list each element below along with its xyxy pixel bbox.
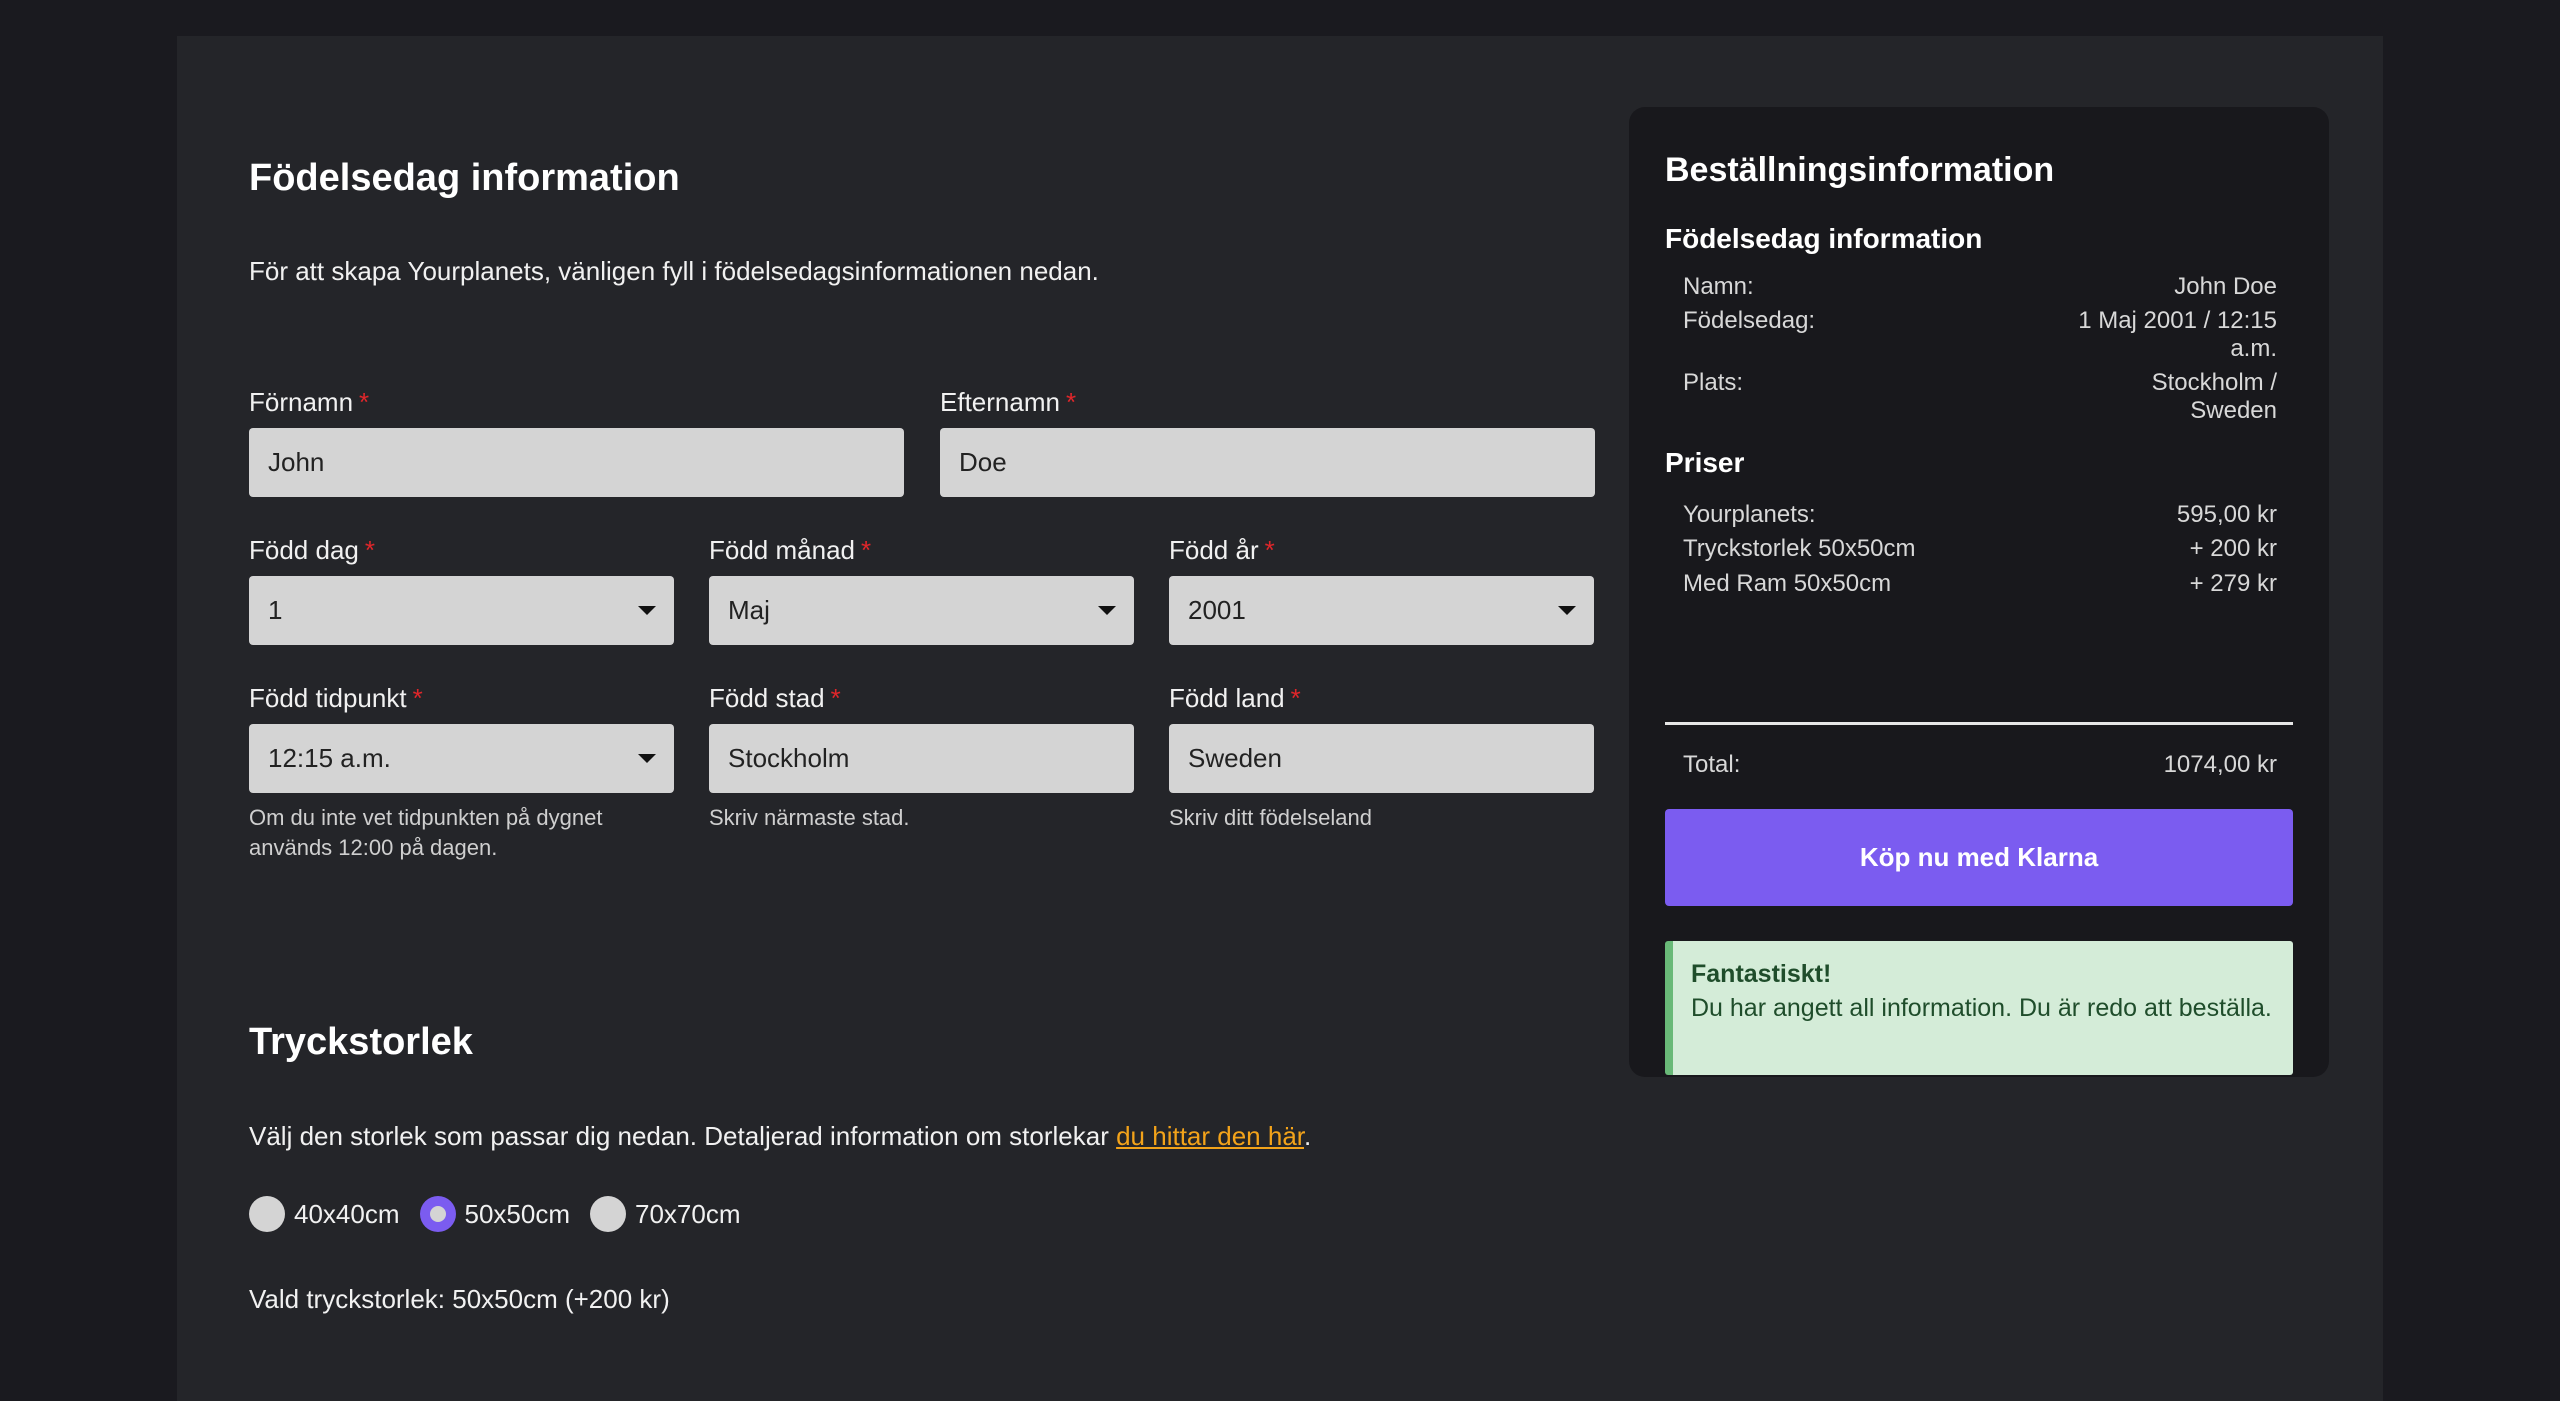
radio-button[interactable] — [249, 1196, 285, 1232]
birth-year-label: Född år * — [1169, 535, 1275, 565]
birth-day-select[interactable]: 1 — [249, 576, 674, 645]
birth-year-value: 2001 — [1188, 595, 1246, 625]
required-mark: * — [860, 535, 872, 565]
price-row: Med Ram 50x50cm + 279 kr — [1683, 570, 2277, 598]
summary-birthday-row: Födelsedag: 1 Maj 2001 / 12:15 a.m. — [1683, 307, 2277, 363]
size-option-label: 50x50cm — [464, 1198, 571, 1229]
summary-place-value: Stockholm / Sweden — [2151, 369, 2277, 424]
success-alert: Fantastiskt! Du har angett all informati… — [1665, 941, 2293, 1075]
birth-city-field: Född stad * Stockholm Skriv närmaste stad… — [709, 682, 1134, 833]
birth-month-field: Född månad * Maj — [709, 534, 1134, 645]
required-mark: * — [830, 683, 841, 713]
birth-country-field: Född land * Sweden Skriv ditt födelseland — [1169, 682, 1594, 833]
summary-prices-heading: Priser — [1665, 447, 1745, 478]
price-value: + 200 kr — [2189, 535, 2277, 562]
summary-name-value: John Doe — [2174, 273, 2277, 300]
birth-day-value: 1 — [268, 595, 283, 625]
required-mark: * — [1290, 683, 1301, 713]
order-summary-card: Beställningsinformation Födelsedag infor… — [1629, 107, 2329, 1077]
price-row: Yourplanets: 595,00 kr — [1683, 501, 2277, 529]
page: Födelsedag information För att skapa You… — [177, 36, 2383, 1401]
birth-month-value: Maj — [728, 595, 770, 625]
required-mark: * — [1264, 535, 1275, 565]
price-value: + 279 kr — [2189, 570, 2277, 597]
order-summary-title: Beställningsinformation — [1665, 151, 2055, 189]
birth-city-label: Född stad * — [709, 683, 841, 713]
buy-with-klarna-button[interactable]: Köp nu med Klarna — [1665, 809, 2293, 906]
price-label: Tryckstorlek 50x50cm — [1683, 535, 1916, 562]
last-name-field: Efternamn * Doe — [940, 386, 1595, 497]
summary-birth-heading: Födelsedag information — [1665, 223, 1983, 254]
first-name-input[interactable]: John — [249, 428, 904, 497]
summary-name-row: Namn: John Doe — [1683, 273, 2277, 301]
print-size-intro: Välj den storlek som passar dig nedan. D… — [249, 1121, 1312, 1151]
last-name-input[interactable]: Doe — [940, 428, 1595, 497]
birth-city-input[interactable]: Stockholm — [709, 724, 1134, 793]
size-info-link[interactable]: du hittar den här — [1116, 1121, 1304, 1151]
size-option-label: 40x40cm — [294, 1198, 400, 1229]
radio-button[interactable] — [590, 1196, 626, 1232]
birth-time-select[interactable]: 12:15 a.m. — [249, 724, 674, 793]
total-divider — [1665, 722, 2293, 725]
required-mark: * — [1065, 387, 1077, 417]
birth-time-field: Född tidpunkt * 12:15 a.m. Om du inte vet… — [249, 682, 674, 863]
chevron-down-icon — [638, 606, 656, 615]
summary-birthday-label: Födelsedag: — [1683, 307, 1816, 334]
first-name-field: Förnamn * John — [249, 386, 904, 497]
summary-birthday-value: 1 Maj 2001 / 12:15 a.m. — [2078, 307, 2277, 362]
birth-section-title: Födelsedag information — [249, 157, 680, 199]
birth-day-field: Född dag * 1 — [249, 534, 674, 645]
birth-country-input[interactable]: Sweden — [1169, 724, 1594, 793]
birth-year-field: Född år * 2001 — [1169, 534, 1594, 645]
selected-size-text: Vald tryckstorlek: 50x50cm (+200 kr) — [249, 1284, 670, 1314]
print-size-title: Tryckstorlek — [249, 1021, 473, 1063]
chevron-down-icon — [1098, 606, 1116, 615]
birth-time-value: 12:15 a.m. — [268, 743, 391, 773]
size-option-70x70[interactable]: 70x70cm — [590, 1196, 741, 1232]
birth-country-hint: Skriv ditt födelseland — [1169, 805, 1372, 830]
last-name-label: Efternamn * — [940, 387, 1077, 417]
success-alert-text: Du har angett all information. Du är red… — [1691, 994, 2272, 1022]
birth-month-label: Född månad * — [709, 535, 872, 565]
price-label: Med Ram 50x50cm — [1683, 570, 1892, 597]
summary-place-row: Plats: Stockholm / Sweden — [1683, 369, 2277, 425]
required-mark: * — [359, 387, 370, 417]
required-mark: * — [364, 535, 375, 565]
size-option-40x40[interactable]: 40x40cm — [249, 1196, 400, 1232]
birth-time-label: Född tidpunkt * — [249, 683, 423, 713]
required-mark: * — [412, 683, 423, 713]
birth-month-select[interactable]: Maj — [709, 576, 1134, 645]
summary-place-label: Plats: — [1683, 369, 1744, 396]
size-option-label: 70x70cm — [635, 1198, 741, 1229]
birth-country-label: Född land * — [1169, 683, 1301, 713]
size-option-50x50[interactable]: 50x50cm — [419, 1196, 571, 1232]
total-row: Total: 1074,00 kr — [1683, 751, 2277, 779]
success-alert-title: Fantastiskt! — [1691, 960, 1832, 988]
birth-day-label: Född dag * — [249, 535, 375, 565]
birth-city-hint: Skriv närmaste stad. — [709, 805, 910, 830]
chevron-down-icon — [1558, 606, 1576, 615]
chevron-down-icon — [638, 754, 656, 763]
birth-year-select[interactable]: 2001 — [1169, 576, 1594, 645]
total-label: Total: — [1683, 751, 1741, 778]
radio-button-selected[interactable] — [419, 1196, 456, 1232]
price-row: Tryckstorlek 50x50cm + 200 kr — [1683, 535, 2277, 563]
first-name-label: Förnamn * — [249, 387, 370, 417]
birth-section-intro: För att skapa Yourplanets, vänligen fyll… — [249, 256, 1099, 286]
price-label: Yourplanets: — [1683, 501, 1816, 528]
birth-time-hint: Om du inte vet tidpunkten på dygnet anvä… — [249, 805, 603, 860]
total-value: 1074,00 kr — [2163, 751, 2277, 778]
print-size-options: 40x40cm 50x50cm 70x70cm — [249, 1196, 741, 1232]
price-value: 595,00 kr — [2176, 501, 2277, 528]
summary-name-label: Namn: — [1683, 273, 1754, 300]
